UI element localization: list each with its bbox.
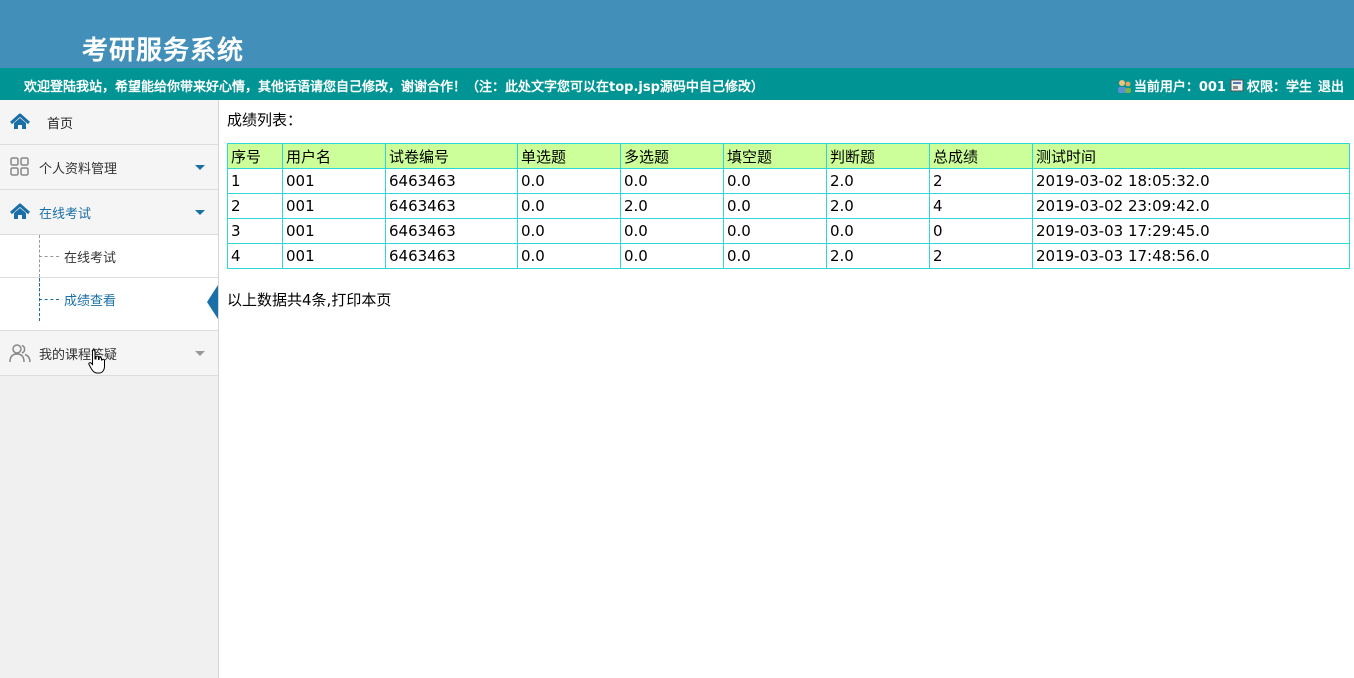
welcome-message: 欢迎登陆我站，希望能给你带来好心情，其他话语请您自己修改，谢谢合作！（注：此处文… xyxy=(24,80,764,95)
table-cell: 2019-03-03 17:48:56.0 xyxy=(1032,243,1350,269)
print-page-link[interactable]: 打印本页 xyxy=(331,291,391,309)
sidebar-item-home[interactable]: 首页 xyxy=(0,100,218,145)
table-row: 1 001 6463463 0.0 0.0 0.0 2.0 2 2019-03-… xyxy=(227,168,1350,194)
table-cell: 2.0 xyxy=(826,168,930,194)
table-cell: 4 xyxy=(227,243,283,269)
column-header: 序号 xyxy=(227,143,283,169)
current-user-label: 当前用户：001 xyxy=(1133,80,1226,95)
scores-table: 序号 用户名 试卷编号 单选题 多选题 填空题 判断题 总成绩 测试时间 1 0… xyxy=(227,143,1350,269)
home-icon xyxy=(10,113,30,129)
table-header-row: 序号 用户名 试卷编号 单选题 多选题 填空题 判断题 总成绩 测试时间 xyxy=(227,143,1350,169)
page-title: 成绩列表： xyxy=(227,111,303,129)
table-cell: 0 xyxy=(929,218,1033,244)
permission-label: 权限：学生 xyxy=(1246,80,1312,95)
table-cell: 2019-03-02 18:05:32.0 xyxy=(1032,168,1350,194)
chevron-down-icon xyxy=(195,351,205,356)
column-header: 判断题 xyxy=(826,143,930,169)
table-row: 3 001 6463463 0.0 0.0 0.0 0.0 0 2019-03-… xyxy=(227,218,1350,244)
table-cell: 0.0 xyxy=(826,218,930,244)
home-icon xyxy=(10,203,30,219)
submenu-item-label: 成绩查看 xyxy=(64,294,117,309)
user-icon xyxy=(1117,79,1131,93)
column-header: 用户名 xyxy=(282,143,386,169)
table-row: 2 001 6463463 0.0 2.0 0.0 2.0 4 2019-03-… xyxy=(227,193,1350,219)
table-cell: 2019-03-02 23:09:42.0 xyxy=(1032,193,1350,219)
column-header: 多选题 xyxy=(620,143,724,169)
sidebar-item-course-qa[interactable]: 我的课程答疑 xyxy=(0,331,218,376)
submenu-item-score-view[interactable]: 成绩查看 xyxy=(0,278,218,321)
table-cell: 2019-03-03 17:29:45.0 xyxy=(1032,218,1350,244)
sidebar-item-label: 个人资料管理 xyxy=(39,161,118,177)
hand-cursor-icon xyxy=(88,349,105,374)
table-cell: 6463463 xyxy=(385,168,518,194)
table-cell: 2 xyxy=(929,168,1033,194)
table-cell: 0.0 xyxy=(620,218,724,244)
table-cell: 001 xyxy=(282,193,386,219)
table-cell: 001 xyxy=(282,218,386,244)
active-indicator xyxy=(207,285,218,319)
column-header: 试卷编号 xyxy=(385,143,518,169)
sidebar-item-label: 首页 xyxy=(47,116,74,132)
table-cell: 0.0 xyxy=(620,243,724,269)
table-cell: 2 xyxy=(227,193,283,219)
column-header: 单选题 xyxy=(517,143,621,169)
table-cell: 2 xyxy=(929,243,1033,269)
sidebar-item-profile[interactable]: 个人资料管理 xyxy=(0,145,218,190)
column-header: 总成绩 xyxy=(929,143,1033,169)
table-cell: 0.0 xyxy=(620,168,724,194)
table-cell: 001 xyxy=(282,243,386,269)
table-cell: 6463463 xyxy=(385,218,518,244)
table-cell: 0.0 xyxy=(723,218,827,244)
chevron-down-icon xyxy=(195,165,205,170)
sidebar: 首页 个人资料管理 在线考试 在线考试 成绩查看 我的课程答疑 xyxy=(0,100,219,678)
record-count-note: 以上数据共4条,打印本页 xyxy=(227,289,391,310)
table-row: 4 001 6463463 0.0 0.0 0.0 2.0 2 2019-03-… xyxy=(227,243,1350,269)
logout-link[interactable]: 退出 xyxy=(1318,76,1344,95)
app-title: 考研服务系统 xyxy=(82,36,245,66)
record-count-text: 以上数据共4条, xyxy=(227,291,332,309)
table-cell: 6463463 xyxy=(385,193,518,219)
table-cell: 001 xyxy=(282,168,386,194)
table-cell: 0.0 xyxy=(723,243,827,269)
table-cell: 3 xyxy=(227,218,283,244)
submenu-item-label: 在线考试 xyxy=(64,250,117,266)
submenu-item-online-exam[interactable]: 在线考试 xyxy=(0,235,218,278)
column-header: 测试时间 xyxy=(1032,143,1350,169)
column-header: 填空题 xyxy=(723,143,827,169)
table-cell: 0.0 xyxy=(517,193,621,219)
sidebar-item-label: 在线考试 xyxy=(39,206,92,222)
user-info: 当前用户：001 权限：学生 退出 xyxy=(1117,76,1344,95)
table-cell: 0.0 xyxy=(517,168,621,194)
table-cell: 4 xyxy=(929,193,1033,219)
chevron-down-icon xyxy=(195,210,205,215)
table-cell: 0.0 xyxy=(723,168,827,194)
table-cell: 0.0 xyxy=(517,243,621,269)
info-bar: 欢迎登陆我站，希望能给你带来好心情，其他话语请您自己修改，谢谢合作！（注：此处文… xyxy=(0,68,1354,100)
table-cell: 2.0 xyxy=(620,193,724,219)
sidebar-item-online-exam[interactable]: 在线考试 xyxy=(0,190,218,235)
grid-icon xyxy=(10,157,29,176)
table-cell: 2.0 xyxy=(826,193,930,219)
main-content: 成绩列表： 序号 用户名 试卷编号 单选题 多选题 填空题 判断题 总成绩 测试… xyxy=(219,100,1354,678)
table-cell: 1 xyxy=(227,168,283,194)
permission-icon xyxy=(1230,79,1244,91)
table-cell: 0.0 xyxy=(723,193,827,219)
users-icon xyxy=(9,344,31,363)
table-cell: 0.0 xyxy=(517,218,621,244)
table-cell: 2.0 xyxy=(826,243,930,269)
top-banner: 考研服务系统 xyxy=(0,0,1354,68)
online-exam-submenu: 在线考试 成绩查看 xyxy=(0,235,218,331)
table-cell: 6463463 xyxy=(385,243,518,269)
